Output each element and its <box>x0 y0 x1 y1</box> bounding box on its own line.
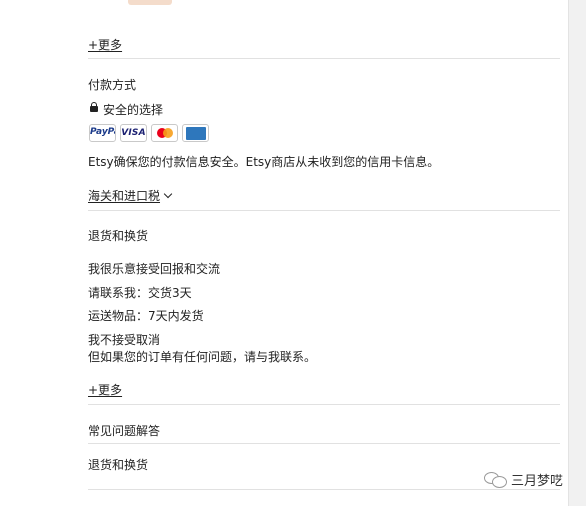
section-divider <box>88 58 560 59</box>
visa-icon: VISA <box>120 124 147 142</box>
returns-accept-line: 我很乐意接受回报和交流 <box>88 262 221 276</box>
section-divider <box>88 443 560 444</box>
chevron-down-icon <box>163 189 173 199</box>
more-link-bottom[interactable]: +更多 <box>88 381 122 398</box>
product-image-edge <box>128 0 172 5</box>
lock-icon <box>90 102 98 112</box>
more-link-top[interactable]: +更多 <box>88 36 122 53</box>
watermark-text: 三月梦呓 <box>511 473 564 489</box>
returns-ship-line: 运送物品：7天内发货 <box>88 309 204 323</box>
problem-contact-line: 但如果您的订单有任何问题，请与我联系。 <box>88 350 317 364</box>
mastercard-icon <box>151 124 178 142</box>
payment-security-notice: Etsy确保您的付款信息安全。Etsy商店从未收到您的信用卡信息。 <box>88 155 440 169</box>
amex-icon <box>182 124 209 142</box>
section-divider <box>88 489 560 490</box>
watermark: 三月梦呓 <box>484 470 564 489</box>
secure-choice-label: 安全的选择 <box>103 103 164 117</box>
faq-item-returns[interactable]: 退货和换货 <box>88 456 148 473</box>
customs-toggle[interactable]: 海关和进口税 <box>88 187 173 204</box>
returns-contact-line: 请联系我：交货3天 <box>88 286 192 300</box>
payment-heading: 付款方式 <box>88 78 137 92</box>
section-divider <box>88 404 560 405</box>
paypal-icon: PayPal <box>89 124 116 142</box>
customs-link[interactable]: 海关和进口税 <box>88 189 160 203</box>
section-divider <box>88 210 560 211</box>
cancellation-line: 我不接受取消 <box>88 333 161 347</box>
faq-heading: 常见问题解答 <box>88 424 161 438</box>
returns-heading: 退货和换货 <box>88 229 149 243</box>
scrollbar[interactable] <box>568 0 586 506</box>
wechat-icon <box>484 471 507 488</box>
